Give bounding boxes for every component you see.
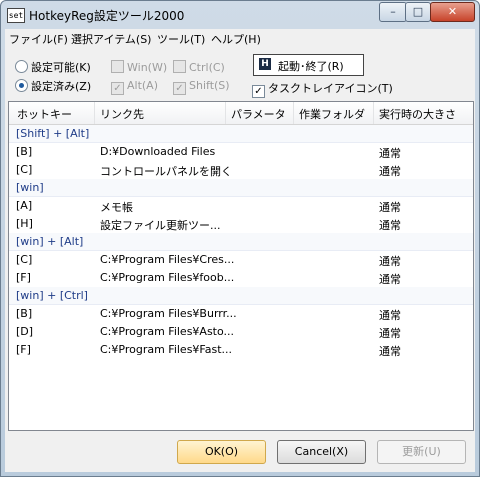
menu-bar: ファイル(F) 選択アイテム(S) ツール(T) ヘルプ(H) [5,29,475,47]
cell-size: 通常 [379,309,401,322]
cell-size: 通常 [379,255,401,268]
app-window: set HotkeyReg設定ツール2000 – □ ✕ ファイル(F) 選択ア… [0,0,480,477]
radio-settable[interactable]: 設定可能(K) [15,60,91,75]
group-header[interactable]: [win] + [Ctrl] [9,287,473,305]
checkbox-alt-label: Alt(A) [127,79,159,92]
cell-link: メモ帳 [100,201,133,214]
table-row[interactable]: [B] C:¥Program Files¥Burrr... 通常 [9,305,473,323]
menu-help[interactable]: ヘルプ(H) [211,31,261,47]
checkbox-checked-icon: ✓ [252,85,265,98]
cancel-button[interactable]: Cancel(X) [277,440,366,464]
hotkey-icon: H [259,58,271,70]
column-params[interactable]: パラメータ [231,106,286,122]
column-hotkey[interactable]: ホットキー [17,106,72,122]
group-header[interactable]: [win] [9,179,473,197]
checkbox-tray-icon[interactable]: ✓ タスクトレイアイコン(T) [252,82,393,98]
update-button[interactable]: 更新(U) [377,440,466,464]
radio-configured[interactable]: 設定済み(Z) [15,79,91,94]
cell-size: 通常 [379,219,401,232]
cell-link: C:¥Program Files¥Asto... [100,325,235,338]
checkbox-ctrl[interactable]: Ctrl(C) [173,60,225,75]
cell-hotkey: [F] [16,271,31,284]
radio-configured-label: 設定済み(Z) [31,80,92,93]
table-row[interactable]: [C] コントロールパネルを開く 通常 [9,161,473,179]
group-label: [win] [16,181,44,194]
checkbox-ctrl-label: Ctrl(C) [189,61,225,74]
table-row[interactable]: [H] 設定ファイル更新ツー... 通常 [9,215,473,233]
group-label: [Shift] + [Alt] [16,127,90,140]
title-bar[interactable]: set HotkeyReg設定ツール2000 – □ ✕ [1,1,479,29]
group-header[interactable]: [win] + [Alt] [9,233,473,251]
cell-hotkey: [H] [16,217,33,230]
radio-selected-icon [15,79,28,92]
cell-hotkey: [B] [16,145,33,158]
checkbox-alt[interactable]: ✓ Alt(A) [111,79,158,95]
minimize-button[interactable]: – [379,2,407,22]
cell-size: 通常 [379,345,401,358]
checkbox-win[interactable]: Win(W) [111,60,167,75]
checkbox-win-label: Win(W) [127,61,168,74]
menu-tools[interactable]: ツール(T) [157,31,205,47]
group-label: [win] + [Alt] [16,235,84,248]
cell-size: 通常 [379,273,401,286]
start-stop-label: 起動･終了(R) [278,60,344,73]
checkbox-shift-label: Shift(S) [189,79,230,92]
checkbox-icon [111,60,124,73]
column-size[interactable]: 実行時の大きさ [379,106,456,122]
close-button[interactable]: ✕ [430,2,475,22]
column-workdir[interactable]: 作業フォルダ [299,106,365,122]
cell-link: C:¥Program Files¥Burrr... [100,307,237,320]
start-stop-button[interactable]: H 起動･終了(R) [253,54,364,76]
table-row[interactable]: [F] C:¥Program Files¥Fast... 通常 [9,341,473,359]
column-divider[interactable] [225,102,226,124]
maximize-button[interactable]: □ [405,2,431,22]
table-row[interactable]: [C] C:¥Program Files¥Cres... 通常 [9,251,473,269]
column-divider[interactable] [94,102,95,124]
table-row[interactable]: [F] C:¥Program Files¥foob... 通常 [9,269,473,287]
cell-size: 通常 [379,327,401,340]
table-row[interactable]: [D] C:¥Program Files¥Asto... 通常 [9,323,473,341]
menu-selected-item[interactable]: 選択アイテム(S) [71,31,151,47]
tray-icon-label: タスクトレイアイコン(T) [268,82,393,95]
cell-hotkey: [D] [16,325,34,338]
window-title: HotkeyReg設定ツール2000 [29,9,185,23]
cell-hotkey: [C] [16,163,33,176]
cell-size: 通常 [379,201,401,214]
menu-file[interactable]: ファイル(F) [9,31,68,47]
cell-link: C:¥Program Files¥Fast... [100,343,233,356]
cell-hotkey: [A] [16,199,33,212]
column-divider[interactable] [293,102,294,124]
list-header: ホットキー リンク先 パラメータ 作業フォルダ 実行時の大きさ [9,102,473,125]
checkbox-checked-icon: ✓ [173,82,186,95]
cell-link: C:¥Program Files¥foob... [100,271,235,284]
hotkey-list[interactable]: ホットキー リンク先 パラメータ 作業フォルダ 実行時の大きさ [Shift] … [8,101,474,431]
checkbox-icon [173,60,186,73]
cell-link: コントロールパネルを開く [100,165,232,178]
checkbox-checked-icon: ✓ [111,82,124,95]
cell-hotkey: [F] [16,343,31,356]
radio-settable-label: 設定可能(K) [31,61,91,74]
cell-link: D:¥Downloaded Files [100,145,216,158]
client-area: ファイル(F) 選択アイテム(S) ツール(T) ヘルプ(H) 設定可能(K) … [5,29,475,472]
cell-link: C:¥Program Files¥Cres... [100,253,235,266]
ok-button[interactable]: OK(O) [177,440,266,464]
cell-hotkey: [B] [16,307,33,320]
group-label: [win] + [Ctrl] [16,289,88,302]
cell-link: 設定ファイル更新ツー... [100,219,221,232]
cell-size: 通常 [379,165,401,178]
cell-hotkey: [C] [16,253,33,266]
cell-size: 通常 [379,147,401,160]
column-divider[interactable] [373,102,374,124]
table-row[interactable]: [A] メモ帳 通常 [9,197,473,215]
app-icon: set [7,8,25,23]
checkbox-shift[interactable]: ✓ Shift(S) [173,79,230,95]
radio-icon [15,60,28,73]
group-header[interactable]: [Shift] + [Alt] [9,125,473,143]
table-row[interactable]: [B] D:¥Downloaded Files 通常 [9,143,473,161]
column-link[interactable]: リンク先 [100,106,144,122]
